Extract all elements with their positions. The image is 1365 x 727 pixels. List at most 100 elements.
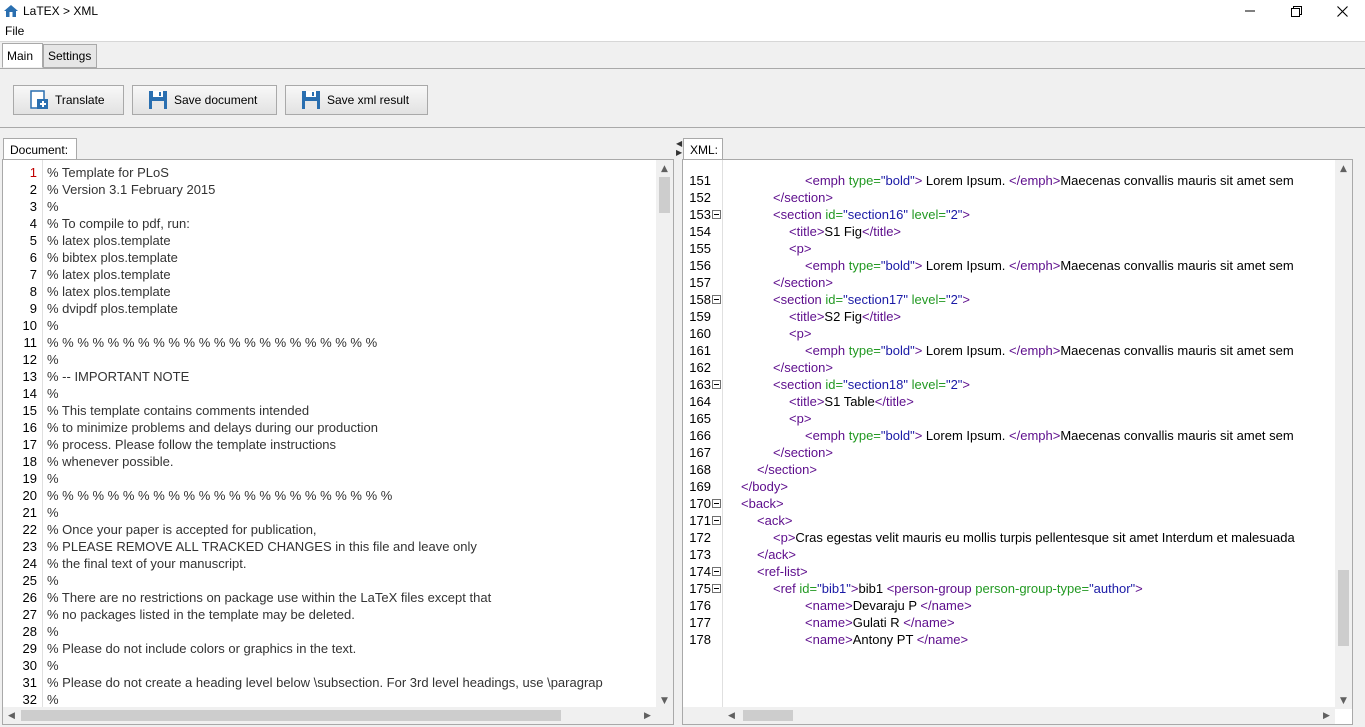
fold-toggle-icon[interactable]	[712, 499, 721, 508]
document-text[interactable]: % Template for PLoS% Version 3.1 Februar…	[47, 164, 655, 708]
code-line[interactable]: % bibtex plos.template	[47, 249, 655, 266]
fold-toggle-icon[interactable]	[712, 210, 721, 219]
code-line[interactable]: % latex plos.template	[47, 232, 655, 249]
code-line[interactable]: % Once your paper is accepted for public…	[47, 521, 655, 538]
code-line[interactable]: % % % % % % % % % % % % % % % % % % % % …	[47, 334, 655, 351]
document-vertical-scrollbar[interactable]: ▲ ▼	[656, 160, 673, 709]
fold-toggle-icon[interactable]	[712, 516, 721, 525]
code-line[interactable]: </ack>	[727, 546, 1335, 563]
scroll-right-icon[interactable]: ▶	[1318, 707, 1335, 724]
code-line[interactable]: %	[47, 198, 655, 215]
minimize-button[interactable]	[1227, 0, 1273, 22]
code-line[interactable]: <section id="section18" level="2">	[727, 376, 1335, 393]
scroll-thumb[interactable]	[743, 710, 793, 721]
code-line[interactable]: <section id="section16" level="2">	[727, 206, 1335, 223]
save-xml-button[interactable]: Save xml result	[285, 85, 428, 115]
code-line[interactable]: % Please do not include colors or graphi…	[47, 640, 655, 657]
code-line[interactable]: <back>	[727, 495, 1335, 512]
code-line[interactable]: <p>Cras egestas velit mauris eu mollis t…	[727, 529, 1335, 546]
document-horizontal-scrollbar[interactable]: ◀ ▶	[3, 707, 673, 724]
xml-text[interactable]: <emph type="bold"> Lorem Ipsum. </emph>M…	[727, 172, 1335, 648]
fold-toggle-icon[interactable]	[712, 584, 721, 593]
code-line[interactable]: <p>	[727, 325, 1335, 342]
scroll-right-icon[interactable]: ▶	[639, 707, 656, 724]
code-line[interactable]: % PLEASE REMOVE ALL TRACKED CHANGES in t…	[47, 538, 655, 555]
code-line[interactable]: </section>	[727, 444, 1335, 461]
code-line[interactable]: %	[47, 351, 655, 368]
code-line[interactable]: <p>	[727, 240, 1335, 257]
restore-button[interactable]	[1273, 0, 1319, 22]
xml-vertical-scrollbar[interactable]: ▲ ▼	[1335, 160, 1352, 709]
code-line[interactable]: % latex plos.template	[47, 283, 655, 300]
document-editor[interactable]: 1 2 3 4 5 6 7 8 9 10 11 12 13 14 15 16 17 18 19 20 21 22 23 24 2…	[2, 159, 674, 725]
code-line[interactable]: % to minimize problems and delays during…	[47, 419, 655, 436]
code-line[interactable]: % Please do not create a heading level b…	[47, 674, 655, 691]
code-line[interactable]: <emph type="bold"> Lorem Ipsum. </emph>M…	[727, 257, 1335, 274]
close-button[interactable]	[1319, 0, 1365, 22]
code-line[interactable]: % no packages listed in the template may…	[47, 606, 655, 623]
code-line[interactable]: <name>Antony PT </name>	[727, 631, 1335, 648]
scroll-left-icon[interactable]: ◀	[3, 707, 20, 724]
scroll-left-icon[interactable]: ◀	[723, 707, 740, 724]
code-line[interactable]: </section>	[727, 189, 1335, 206]
code-line[interactable]: <title>S1 Table</title>	[727, 393, 1335, 410]
code-line[interactable]: <emph type="bold"> Lorem Ipsum. </emph>M…	[727, 172, 1335, 189]
code-line[interactable]: </section>	[727, 274, 1335, 291]
code-line[interactable]: % There are no restrictions on package u…	[47, 589, 655, 606]
scroll-down-icon[interactable]: ▼	[1335, 692, 1352, 709]
scroll-thumb[interactable]	[21, 710, 561, 721]
tab-settings[interactable]: Settings	[43, 44, 97, 68]
code-line[interactable]: <name>Devaraju P </name>	[727, 597, 1335, 614]
code-line[interactable]: %	[47, 657, 655, 674]
code-line[interactable]: % -- IMPORTANT NOTE	[47, 368, 655, 385]
code-line[interactable]: <ref id="bib1">bib1 <person-group person…	[727, 580, 1335, 597]
code-line[interactable]: <name>Gulati R </name>	[727, 614, 1335, 631]
code-line[interactable]: % This template contains comments intend…	[47, 402, 655, 419]
fold-toggle-icon[interactable]	[712, 295, 721, 304]
line-number: 30	[22, 658, 37, 673]
code-line[interactable]: %	[47, 504, 655, 521]
code-line[interactable]: % Template for PLoS	[47, 164, 655, 181]
fold-toggle-icon[interactable]	[712, 567, 721, 576]
document-tab[interactable]: Document:	[3, 138, 77, 160]
code-line[interactable]: <ref-list>	[727, 563, 1335, 580]
xml-tab[interactable]: XML:	[683, 138, 723, 160]
scroll-thumb[interactable]	[1338, 570, 1349, 646]
fold-toggle-icon[interactable]	[712, 380, 721, 389]
xml-token: Maecenas convallis mauris sit amet sem	[1060, 343, 1294, 358]
xml-horizontal-scrollbar[interactable]: ◀ ▶	[683, 707, 1335, 724]
code-line[interactable]: %	[47, 470, 655, 487]
code-line[interactable]: %	[47, 691, 655, 708]
code-line[interactable]: <emph type="bold"> Lorem Ipsum. </emph>M…	[727, 427, 1335, 444]
code-line[interactable]: % Version 3.1 February 2015	[47, 181, 655, 198]
code-line[interactable]: <title>S1 Fig</title>	[727, 223, 1335, 240]
code-line[interactable]: %	[47, 385, 655, 402]
code-line[interactable]: % % % % % % % % % % % % % % % % % % % % …	[47, 487, 655, 504]
xml-token: "bold"	[880, 343, 915, 358]
code-line[interactable]: <title>S2 Fig</title>	[727, 308, 1335, 325]
tab-main[interactable]: Main	[2, 43, 43, 68]
code-line[interactable]: </section>	[727, 359, 1335, 376]
code-line[interactable]: % latex plos.template	[47, 266, 655, 283]
code-line[interactable]: % the final text of your manuscript.	[47, 555, 655, 572]
code-line[interactable]: % process. Please follow the template in…	[47, 436, 655, 453]
code-line[interactable]: </section>	[727, 461, 1335, 478]
scroll-thumb[interactable]	[659, 177, 670, 213]
translate-button[interactable]: Translate	[13, 85, 124, 115]
code-line[interactable]: % dvipdf plos.template	[47, 300, 655, 317]
code-line[interactable]: <section id="section17" level="2">	[727, 291, 1335, 308]
code-line[interactable]: <ack>	[727, 512, 1335, 529]
code-line[interactable]: %	[47, 317, 655, 334]
save-document-button[interactable]: Save document	[132, 85, 277, 115]
scroll-up-icon[interactable]: ▲	[656, 160, 673, 177]
code-line[interactable]: %	[47, 572, 655, 589]
code-line[interactable]: </body>	[727, 478, 1335, 495]
xml-editor[interactable]: 151 152 153 154 155 156 157 158 159 160 161 162 163 1…	[682, 159, 1353, 725]
code-line[interactable]: %	[47, 623, 655, 640]
code-line[interactable]: % To compile to pdf, run:	[47, 215, 655, 232]
code-line[interactable]: % whenever possible.	[47, 453, 655, 470]
code-line[interactable]: <emph type="bold"> Lorem Ipsum. </emph>M…	[727, 342, 1335, 359]
menu-file[interactable]: File	[5, 24, 24, 38]
code-line[interactable]: <p>	[727, 410, 1335, 427]
scroll-up-icon[interactable]: ▲	[1335, 160, 1352, 177]
